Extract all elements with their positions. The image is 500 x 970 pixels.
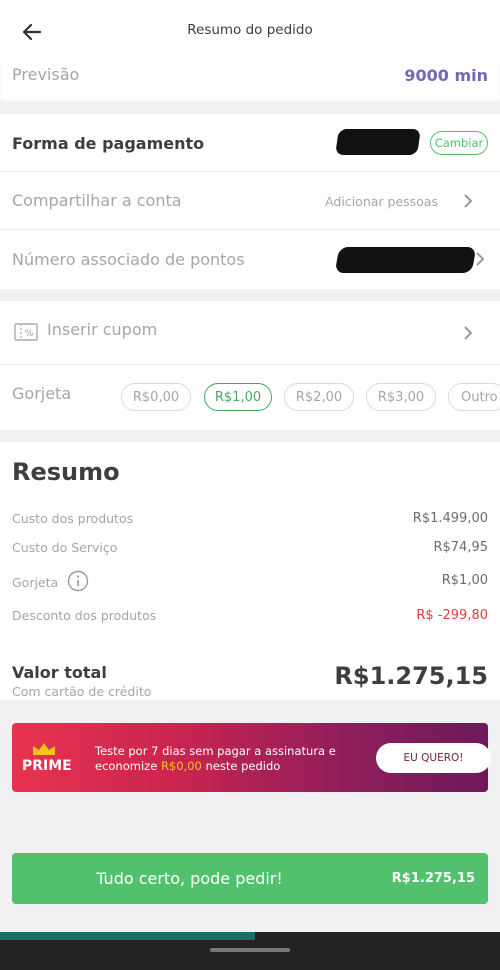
- promo-text: Teste por 7 dias sem pagar a assinatura …: [95, 744, 336, 774]
- change-payment-button[interactable]: Cambiar: [430, 131, 488, 155]
- summary-section: Resumo Custo dos produtos R$1.499,00 Cus…: [0, 442, 500, 700]
- summary-row: Gorjeta R$1,00: [12, 570, 488, 592]
- summary-title: Resumo: [12, 458, 120, 486]
- total-sublabel: Com cartão de crédito: [12, 684, 152, 699]
- forecast-row: Previsão 9000 min: [0, 64, 500, 102]
- forecast-value: 9000 min: [404, 66, 488, 85]
- tip-option-other[interactable]: Outro: [448, 383, 500, 411]
- summary-row: Desconto dos produtos R$ -299,80: [12, 608, 488, 623]
- page-title: Resumo do pedido: [187, 22, 313, 38]
- forecast-label: Previsão: [12, 65, 80, 84]
- tip-option-3[interactable]: R$3,00: [366, 383, 436, 411]
- top-app-bar: Resumo do pedido: [0, 0, 500, 64]
- tip-option-2[interactable]: R$2,00: [284, 383, 354, 411]
- share-bill-row[interactable]: Compartilhar a conta Adicionar pessoas: [0, 172, 500, 229]
- prime-promo-banner: PRIME Teste por 7 dias sem pagar a assin…: [12, 723, 491, 792]
- promo-savings: R$0,00: [160, 759, 202, 773]
- discount-value: R$ -299,80: [416, 608, 488, 623]
- tip-option-0[interactable]: R$0,00: [121, 383, 191, 411]
- summary-row-label: Custo do Serviço: [12, 540, 118, 555]
- summary-row-label: Gorjeta: [12, 575, 59, 590]
- chevron-right-icon: [464, 194, 473, 208]
- share-bill-label: Compartilhar a conta: [12, 191, 182, 210]
- crown-icon: [33, 743, 55, 755]
- add-people-link[interactable]: Adicionar pessoas: [325, 194, 438, 209]
- home-indicator[interactable]: [210, 948, 290, 952]
- info-icon[interactable]: [67, 570, 89, 592]
- payment-label: Forma de pagamento: [12, 134, 205, 153]
- payment-section: Forma de pagamento Cambiar Compartilhar …: [0, 114, 500, 289]
- promo-line-2b: neste pedido: [205, 759, 281, 773]
- points-number-row[interactable]: Número associado de pontos: [0, 230, 500, 288]
- place-order-price: R$1.275,15: [391, 871, 475, 886]
- tip-option-1-selected[interactable]: R$1,00: [204, 383, 272, 411]
- summary-row-value: R$1.499,00: [412, 511, 488, 526]
- summary-row-value: R$74,95: [433, 540, 488, 555]
- redacted-card: [335, 129, 421, 155]
- points-label: Número associado de pontos: [12, 250, 245, 269]
- summary-row: Custo do Serviço R$74,95: [12, 540, 488, 555]
- coupon-row[interactable]: % Inserir cupom: [0, 301, 500, 364]
- place-order-label: Tudo certo, pode pedir!: [96, 869, 283, 888]
- summary-row: Custo dos produtos R$1.499,00: [12, 511, 488, 526]
- place-order-button[interactable]: Tudo certo, pode pedir! R$1.275,15: [12, 853, 488, 904]
- chevron-right-icon: [476, 252, 485, 266]
- summary-row-value: R$1,00: [441, 573, 488, 588]
- scroll-indicator: [0, 932, 255, 940]
- eu-quero-button[interactable]: EU QUERO!: [376, 743, 491, 773]
- promo-line-1: Teste por 7 dias sem pagar a assinatura …: [95, 744, 336, 758]
- promo-line-2a: economize: [95, 759, 158, 773]
- tip-label: Gorjeta: [12, 384, 72, 403]
- coupon-icon: %: [14, 323, 38, 341]
- summary-row-label: Custo dos produtos: [12, 511, 134, 526]
- coupon-label: Inserir cupom: [47, 320, 158, 339]
- total-value: R$1.275,15: [334, 662, 488, 690]
- chevron-right-icon: [464, 326, 473, 340]
- system-navigation-bar: [0, 932, 500, 970]
- prime-logo-text: PRIME: [22, 758, 72, 774]
- divider: [0, 364, 500, 365]
- svg-text:%: %: [25, 329, 34, 339]
- total-label: Valor total: [12, 663, 107, 682]
- redacted-points-number: [334, 247, 477, 273]
- summary-row-label: Desconto dos produtos: [12, 608, 157, 623]
